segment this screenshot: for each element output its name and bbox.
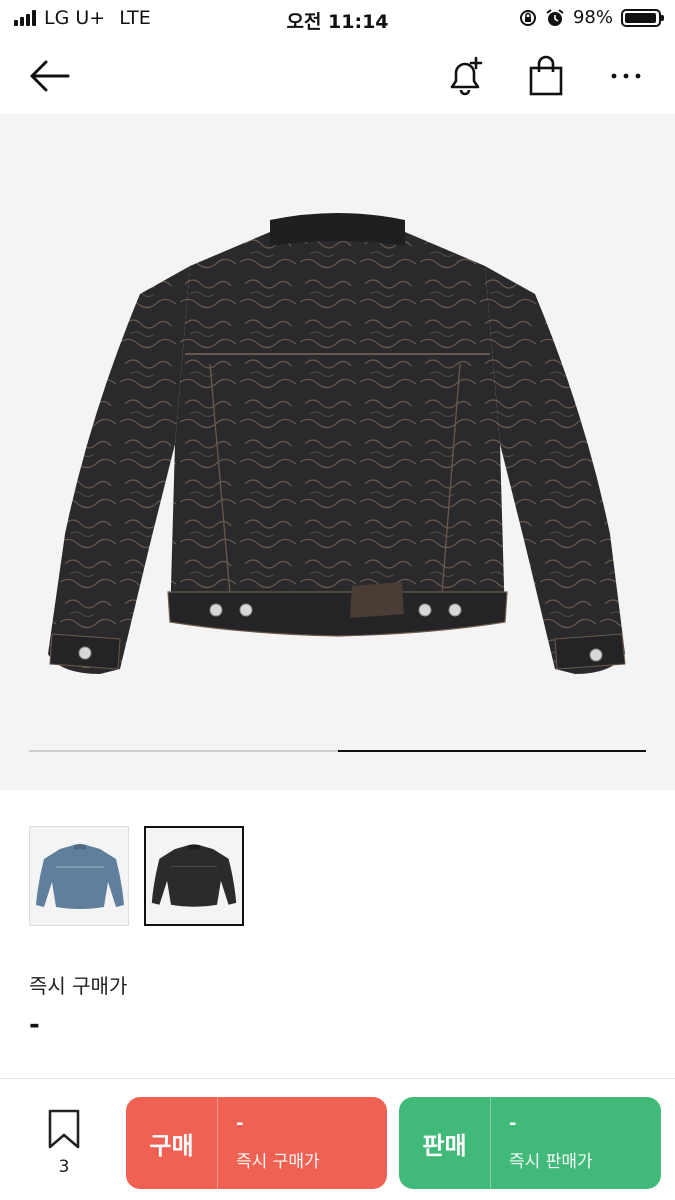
buy-button-label: 구매 xyxy=(126,1097,218,1189)
bookmark-icon xyxy=(48,1109,80,1149)
instant-buy-price-value: - xyxy=(29,1010,40,1040)
wishlist-button[interactable]: 3 xyxy=(38,1109,90,1179)
bell-plus-icon[interactable] xyxy=(444,54,488,98)
thumbnail-black-denim-jacket[interactable] xyxy=(144,826,244,926)
sell-button-sublabel: 즉시 판매가 xyxy=(509,1152,593,1172)
gallery-progress-track xyxy=(29,750,646,752)
status-right: 98% xyxy=(519,7,664,28)
buy-button[interactable]: 구매 - 즉시 구매가 xyxy=(126,1097,387,1189)
buy-button-info: - 즉시 구매가 xyxy=(218,1097,320,1189)
instant-buy-price-label: 즉시 구매가 xyxy=(29,974,128,998)
buy-button-price: - xyxy=(236,1113,244,1134)
battery-fill xyxy=(625,12,657,23)
thumbnail-blue-denim-jacket[interactable] xyxy=(29,826,129,926)
thumbnail-list xyxy=(29,826,244,926)
battery-icon xyxy=(621,8,664,27)
wishlist-count: 3 xyxy=(58,1157,70,1177)
battery-percent: 98% xyxy=(572,7,613,28)
product-image-gallery[interactable] xyxy=(0,114,675,790)
top-nav xyxy=(0,38,675,114)
more-horizontal-icon[interactable] xyxy=(604,54,648,98)
gallery-progress-fill xyxy=(337,750,646,752)
shopping-bag-icon[interactable] xyxy=(524,54,568,98)
sell-button-price: - xyxy=(509,1113,517,1134)
arrow-left-icon[interactable] xyxy=(28,56,72,96)
buy-button-sublabel: 즉시 구매가 xyxy=(236,1152,320,1172)
sell-button-label: 판매 xyxy=(399,1097,491,1189)
alarm-icon xyxy=(546,8,564,26)
sell-button[interactable]: 판매 - 즉시 판매가 xyxy=(399,1097,661,1189)
bottom-action-bar: 3 구매 - 즉시 구매가 판매 - 즉시 판매가 xyxy=(0,1078,675,1200)
status-bar: LG U+ LTE 오전 11:14 98% xyxy=(0,0,675,38)
sell-button-info: - 즉시 판매가 xyxy=(491,1097,593,1189)
black-denim-jacket-image xyxy=(48,213,626,674)
rotation-lock-icon xyxy=(519,9,536,26)
